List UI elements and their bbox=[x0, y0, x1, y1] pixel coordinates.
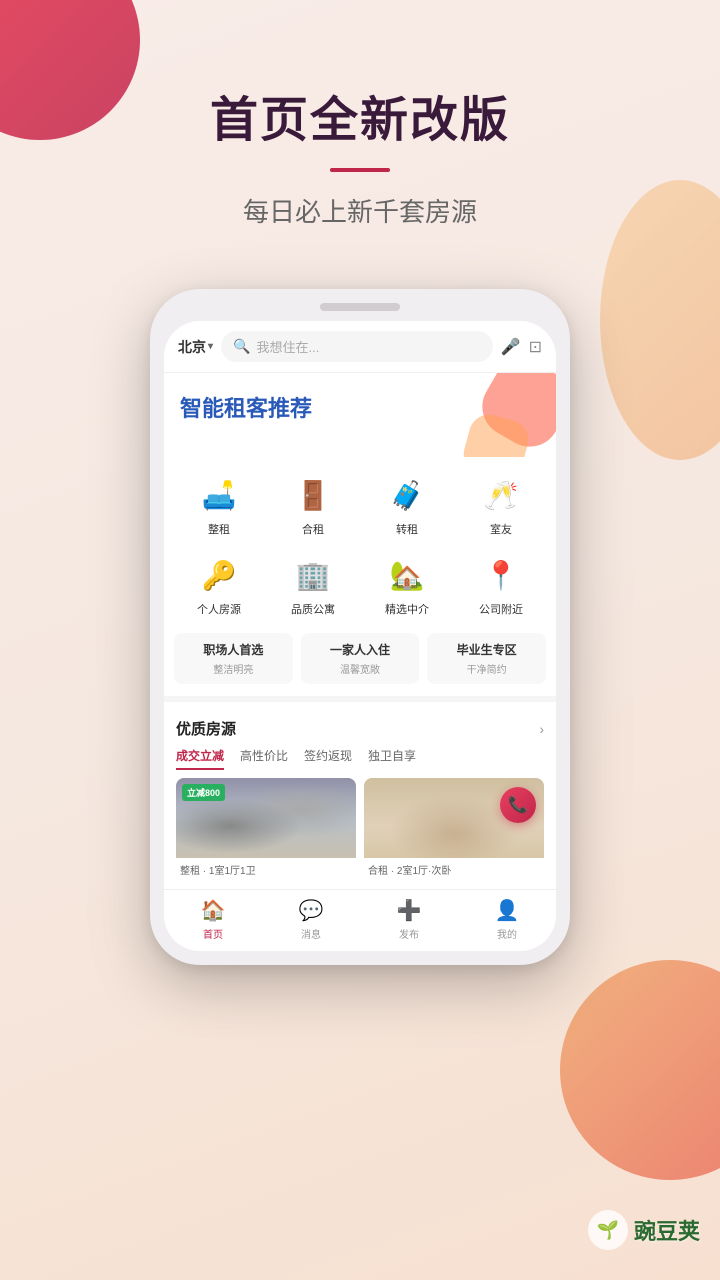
grid-item-1[interactable]: 🚪 合租 bbox=[266, 469, 360, 541]
bottom-nav: 🏠 首页 💬 消息 ➕ 发布 👤 我的 bbox=[164, 889, 556, 951]
listing-desc-1: 合租 · 2室1厅·次卧 bbox=[364, 858, 544, 883]
city-label: 北京 bbox=[178, 337, 206, 357]
grid-item-6[interactable]: 🏡 精选中介 bbox=[360, 549, 454, 621]
listing-desc-0: 整租 · 1室1厅1卫 bbox=[176, 858, 356, 883]
tag-card-2[interactable]: 毕业生专区 干净简约 bbox=[427, 633, 546, 684]
grid-item-2[interactable]: 🧳 转租 bbox=[360, 469, 454, 541]
sofa-icon: 🛋️ bbox=[197, 473, 241, 517]
icon-grid: 🛋️ 整租 🚪 合租 🧳 转租 🥂 室友 bbox=[164, 457, 556, 625]
call-fab-button[interactable]: 📞 bbox=[500, 787, 536, 823]
nav-label-messages: 消息 bbox=[301, 926, 321, 941]
grid-label-3: 室友 bbox=[490, 521, 512, 537]
quality-arrow-icon[interactable]: › bbox=[539, 721, 544, 737]
grid-label-2: 转租 bbox=[396, 521, 418, 537]
tag-sub-0: 整洁明亮 bbox=[180, 661, 287, 676]
phone-container: 北京 ▾ 🔍 我想住在... 🎤 ⊡ 智能租客推荐 填写租房需求 房东主动联 bbox=[0, 289, 720, 965]
tag-title-1: 一家人入住 bbox=[307, 641, 414, 658]
banner-subtitle: 填写租房需求 房东主动联系 bbox=[180, 427, 540, 443]
door-icon: 🚪 bbox=[291, 473, 335, 517]
tag-sub-1: 温馨宽敞 bbox=[307, 661, 414, 676]
header-section: 首页全新改版 每日必上新千套房源 bbox=[0, 0, 720, 259]
tag-sub-2: 干净简约 bbox=[433, 661, 540, 676]
banner-title: 智能租客推荐 bbox=[180, 391, 540, 423]
search-bar: 北京 ▾ 🔍 我想住在... 🎤 ⊡ bbox=[164, 321, 556, 373]
nav-label-profile: 我的 bbox=[497, 926, 517, 941]
publish-icon: ➕ bbox=[397, 898, 422, 923]
main-title: 首页全新改版 bbox=[0, 80, 720, 150]
listing-image-0: 立减800 bbox=[176, 778, 356, 858]
grid-item-0[interactable]: 🛋️ 整租 bbox=[172, 469, 266, 541]
city-selector[interactable]: 北京 ▾ bbox=[178, 337, 213, 357]
grid-label-0: 整租 bbox=[208, 521, 230, 537]
nav-item-home[interactable]: 🏠 首页 bbox=[164, 898, 262, 941]
search-placeholder: 我想住在... bbox=[256, 337, 480, 356]
watermark-logo-icon: 🌱 bbox=[588, 1210, 628, 1250]
grid-item-5[interactable]: 🏢 品质公寓 bbox=[266, 549, 360, 621]
phone-screen: 北京 ▾ 🔍 我想住在... 🎤 ⊡ 智能租客推荐 填写租房需求 房东主动联 bbox=[164, 321, 556, 951]
profile-icon: 👤 bbox=[495, 898, 520, 923]
listing-row: 立减800 整租 · 1室1厅1卫 合租 · 2室1厅·次卧 📞 bbox=[176, 778, 544, 883]
nav-item-messages[interactable]: 💬 消息 bbox=[262, 898, 360, 941]
pin-icon: 📍 bbox=[479, 553, 523, 597]
tags-row: 职场人首选 整洁明亮 一家人入住 温馨宽敞 毕业生专区 干净简约 bbox=[164, 625, 556, 696]
house-icon: 🏡 bbox=[385, 553, 429, 597]
message-icon: 💬 bbox=[299, 898, 324, 923]
title-underline bbox=[330, 168, 390, 172]
home-icon: 🏠 bbox=[201, 898, 226, 923]
quality-header: 优质房源 › bbox=[176, 718, 544, 739]
phone-mockup: 北京 ▾ 🔍 我想住在... 🎤 ⊡ 智能租客推荐 填写租房需求 房东主动联 bbox=[150, 289, 570, 965]
tag-card-1[interactable]: 一家人入住 温馨宽敞 bbox=[301, 633, 420, 684]
voice-icon[interactable]: 🎤 bbox=[501, 337, 521, 357]
quality-tab-3[interactable]: 独卫自享 bbox=[368, 747, 416, 770]
search-icon: 🔍 bbox=[233, 338, 250, 355]
grid-label-5: 品质公寓 bbox=[291, 601, 335, 617]
quality-section: 优质房源 › 成交立减 高性价比 签约返现 独卫自享 立减800 bbox=[164, 708, 556, 889]
quality-tab-2[interactable]: 签约返现 bbox=[304, 747, 352, 770]
phone-notch bbox=[320, 303, 400, 311]
grid-label-7: 公司附近 bbox=[479, 601, 523, 617]
subtitle: 每日必上新千套房源 bbox=[0, 192, 720, 229]
nav-label-publish: 发布 bbox=[399, 926, 419, 941]
quality-tab-1[interactable]: 高性价比 bbox=[240, 747, 288, 770]
tag-title-2: 毕业生专区 bbox=[433, 641, 540, 658]
nav-item-publish[interactable]: ➕ 发布 bbox=[360, 898, 458, 941]
nav-label-home: 首页 bbox=[203, 926, 223, 941]
grid-item-7[interactable]: 📍 公司附近 bbox=[454, 549, 548, 621]
chevron-down-icon: ▾ bbox=[208, 341, 213, 352]
watermark-text: 豌豆荚 bbox=[634, 1214, 700, 1246]
watermark: 🌱 豌豆荚 bbox=[588, 1210, 700, 1250]
tag-title-0: 职场人首选 bbox=[180, 641, 287, 658]
scan-icon[interactable]: ⊡ bbox=[529, 337, 542, 357]
search-input[interactable]: 🔍 我想住在... bbox=[221, 331, 493, 362]
section-divider bbox=[164, 696, 556, 702]
luggage-icon: 🧳 bbox=[385, 473, 429, 517]
grid-label-4: 个人房源 bbox=[197, 601, 241, 617]
quality-tab-0[interactable]: 成交立减 bbox=[176, 747, 224, 770]
quality-title: 优质房源 bbox=[176, 718, 236, 739]
grid-label-1: 合租 bbox=[302, 521, 324, 537]
glasses-icon: 🥂 bbox=[479, 473, 523, 517]
quality-tabs: 成交立减 高性价比 签约返现 独卫自享 bbox=[176, 747, 544, 770]
tag-card-0[interactable]: 职场人首选 整洁明亮 bbox=[174, 633, 293, 684]
grid-item-3[interactable]: 🥂 室友 bbox=[454, 469, 548, 541]
grid-item-4[interactable]: 🔑 个人房源 bbox=[172, 549, 266, 621]
listing-badge-0: 立减800 bbox=[182, 784, 225, 801]
building-icon: 🏢 bbox=[291, 553, 335, 597]
banner[interactable]: 智能租客推荐 填写租房需求 房东主动联系 bbox=[164, 373, 556, 457]
grid-label-6: 精选中介 bbox=[385, 601, 429, 617]
key-icon: 🔑 bbox=[197, 553, 241, 597]
listing-card-0[interactable]: 立减800 整租 · 1室1厅1卫 bbox=[176, 778, 356, 883]
nav-item-profile[interactable]: 👤 我的 bbox=[458, 898, 556, 941]
